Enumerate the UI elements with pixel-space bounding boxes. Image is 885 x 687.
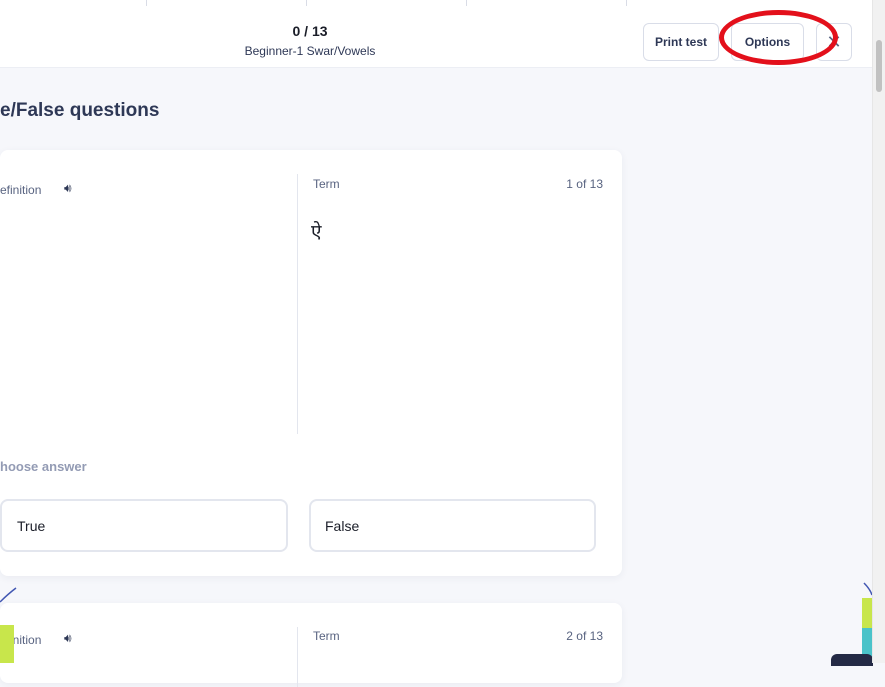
close-button[interactable]: ✕ bbox=[816, 23, 852, 61]
question-card: efinition 🔊︎ Term 2 of 13 bbox=[0, 603, 622, 687]
decorative-shape-right bbox=[862, 582, 872, 663]
choose-answer-label: hoose answer bbox=[0, 459, 87, 474]
help-button[interactable] bbox=[831, 654, 873, 666]
scrollbar-thumb[interactable] bbox=[876, 40, 882, 92]
question-card: efinition 🔊︎ Term 1 of 13 ऐ hoose answer… bbox=[0, 150, 622, 576]
question-counter: 2 of 13 bbox=[566, 629, 603, 643]
decorative-line bbox=[0, 587, 17, 603]
section-title: e/False questions bbox=[0, 100, 160, 121]
progress-count: 0 / 13 bbox=[292, 23, 328, 39]
definition-label: efinition bbox=[0, 183, 42, 197]
column-divider bbox=[297, 627, 298, 687]
set-name[interactable]: Beginner-1 Swar/Vowels bbox=[175, 44, 445, 58]
options-button[interactable]: Options bbox=[731, 23, 804, 61]
term-label: Term bbox=[313, 177, 340, 191]
close-icon: ✕ bbox=[826, 31, 842, 52]
answer-true-button[interactable]: True bbox=[0, 499, 288, 552]
term-value: ऐ bbox=[311, 221, 322, 243]
column-divider bbox=[297, 174, 298, 434]
scrollbar[interactable] bbox=[872, 0, 885, 663]
speaker-icon[interactable]: 🔊︎ bbox=[64, 631, 72, 646]
speaker-icon[interactable]: 🔊︎ bbox=[64, 181, 72, 196]
print-test-button[interactable]: Print test bbox=[643, 23, 719, 61]
answer-false-button[interactable]: False bbox=[309, 499, 596, 552]
question-counter: 1 of 13 bbox=[566, 177, 603, 191]
test-header: 0 / 13 Beginner-1 Swar/Vowels Print test… bbox=[0, 6, 872, 68]
decorative-shape bbox=[0, 625, 14, 663]
term-label: Term bbox=[313, 629, 340, 643]
